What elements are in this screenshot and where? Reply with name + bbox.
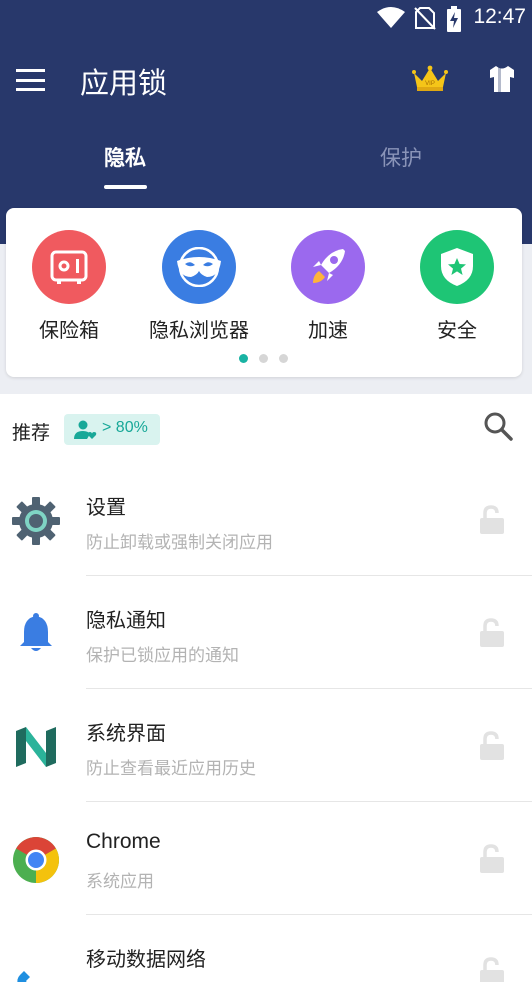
notification-bell-icon — [20, 613, 52, 651]
app-row-mobile-data[interactable]: 移动数据网络 — [0, 915, 532, 982]
feature-security-circle — [420, 230, 494, 304]
recommend-badge-text: > 80% — [102, 419, 148, 436]
recommend-badge: > 80% — [64, 414, 160, 445]
page-dot-active — [239, 354, 248, 363]
app-desc: 防止卸载或强制关闭应用 — [86, 533, 273, 553]
unlocked-lock-icon[interactable] — [479, 618, 505, 648]
feature-browser-label: 隐私浏览器 — [149, 318, 249, 342]
app-desc: 防止查看最近应用历史 — [86, 759, 256, 779]
wifi-icon — [377, 7, 405, 28]
status-bar: 12:47 — [0, 0, 532, 36]
unlocked-lock-icon[interactable] — [479, 505, 505, 535]
feature-safe-label: 保险箱 — [39, 318, 99, 342]
status-time: 12:47 — [473, 5, 526, 28]
menu-icon[interactable] — [16, 69, 45, 91]
mask-icon — [177, 247, 221, 287]
chrome-icon — [13, 837, 59, 883]
feature-security-label: 安全 — [437, 318, 477, 342]
page-indicator — [238, 354, 298, 364]
battery-charging-icon — [447, 6, 461, 32]
tab-privacy[interactable]: 隐私 — [104, 142, 146, 172]
feature-boost[interactable]: 加速 — [263, 230, 393, 343]
crown-vip-icon[interactable]: VIP — [412, 65, 448, 93]
feature-boost-circle — [291, 230, 365, 304]
tab-protect[interactable]: 保护 — [380, 142, 422, 172]
safe-icon — [50, 250, 88, 284]
app-name: Chrome — [86, 830, 161, 853]
rocket-icon — [313, 249, 345, 283]
toolbar: 应用锁 VIP — [0, 50, 532, 110]
search-icon[interactable] — [482, 410, 514, 442]
tab-bar: 隐私 保护 — [0, 130, 532, 190]
app-row-privacy-notification[interactable]: 隐私通知 保护已锁应用的通知 — [0, 576, 532, 689]
crown-vip-label: VIP — [425, 81, 435, 87]
app-name: 系统界面 — [86, 721, 166, 745]
recommend-label: 推荐 — [12, 422, 51, 444]
no-sim-icon — [414, 7, 436, 30]
app-row-settings[interactable]: 设置 防止卸载或强制关闭应用 — [0, 463, 532, 576]
tab-indicator — [104, 185, 147, 189]
page-dot — [259, 354, 268, 363]
android-n-icon — [16, 727, 56, 767]
feature-private-browser[interactable]: 隐私浏览器 — [134, 230, 264, 343]
unlocked-lock-icon[interactable] — [479, 957, 505, 982]
app-row-system-ui[interactable]: 系统界面 防止查看最近应用历史 — [0, 689, 532, 802]
page-dot — [279, 354, 288, 363]
app-row-chrome[interactable]: Chrome 系统应用 — [0, 802, 532, 915]
settings-gear-icon — [12, 497, 60, 545]
feature-boost-label: 加速 — [308, 318, 348, 342]
user-heart-icon — [74, 420, 97, 439]
unlocked-lock-icon[interactable] — [479, 731, 505, 761]
app-desc: 保护已锁应用的通知 — [86, 646, 239, 666]
feature-safe-circle — [32, 230, 106, 304]
phone-icon — [17, 971, 30, 982]
app-name: 隐私通知 — [86, 608, 166, 632]
app-name: 设置 — [86, 495, 126, 519]
unlocked-lock-icon[interactable] — [479, 844, 505, 874]
page-title: 应用锁 — [80, 66, 168, 100]
app-name: 移动数据网络 — [86, 947, 206, 971]
feature-safe[interactable]: 保险箱 — [4, 230, 134, 343]
feature-card: 保险箱 隐私浏览器 加速 安全 — [6, 208, 522, 377]
feature-browser-circle — [162, 230, 236, 304]
shirt-theme-icon[interactable] — [488, 64, 516, 94]
feature-security[interactable]: 安全 — [392, 230, 522, 343]
recommend-bar: 推荐 > 80% — [0, 394, 532, 468]
app-desc: 系统应用 — [86, 872, 154, 892]
shield-star-icon — [441, 248, 473, 286]
